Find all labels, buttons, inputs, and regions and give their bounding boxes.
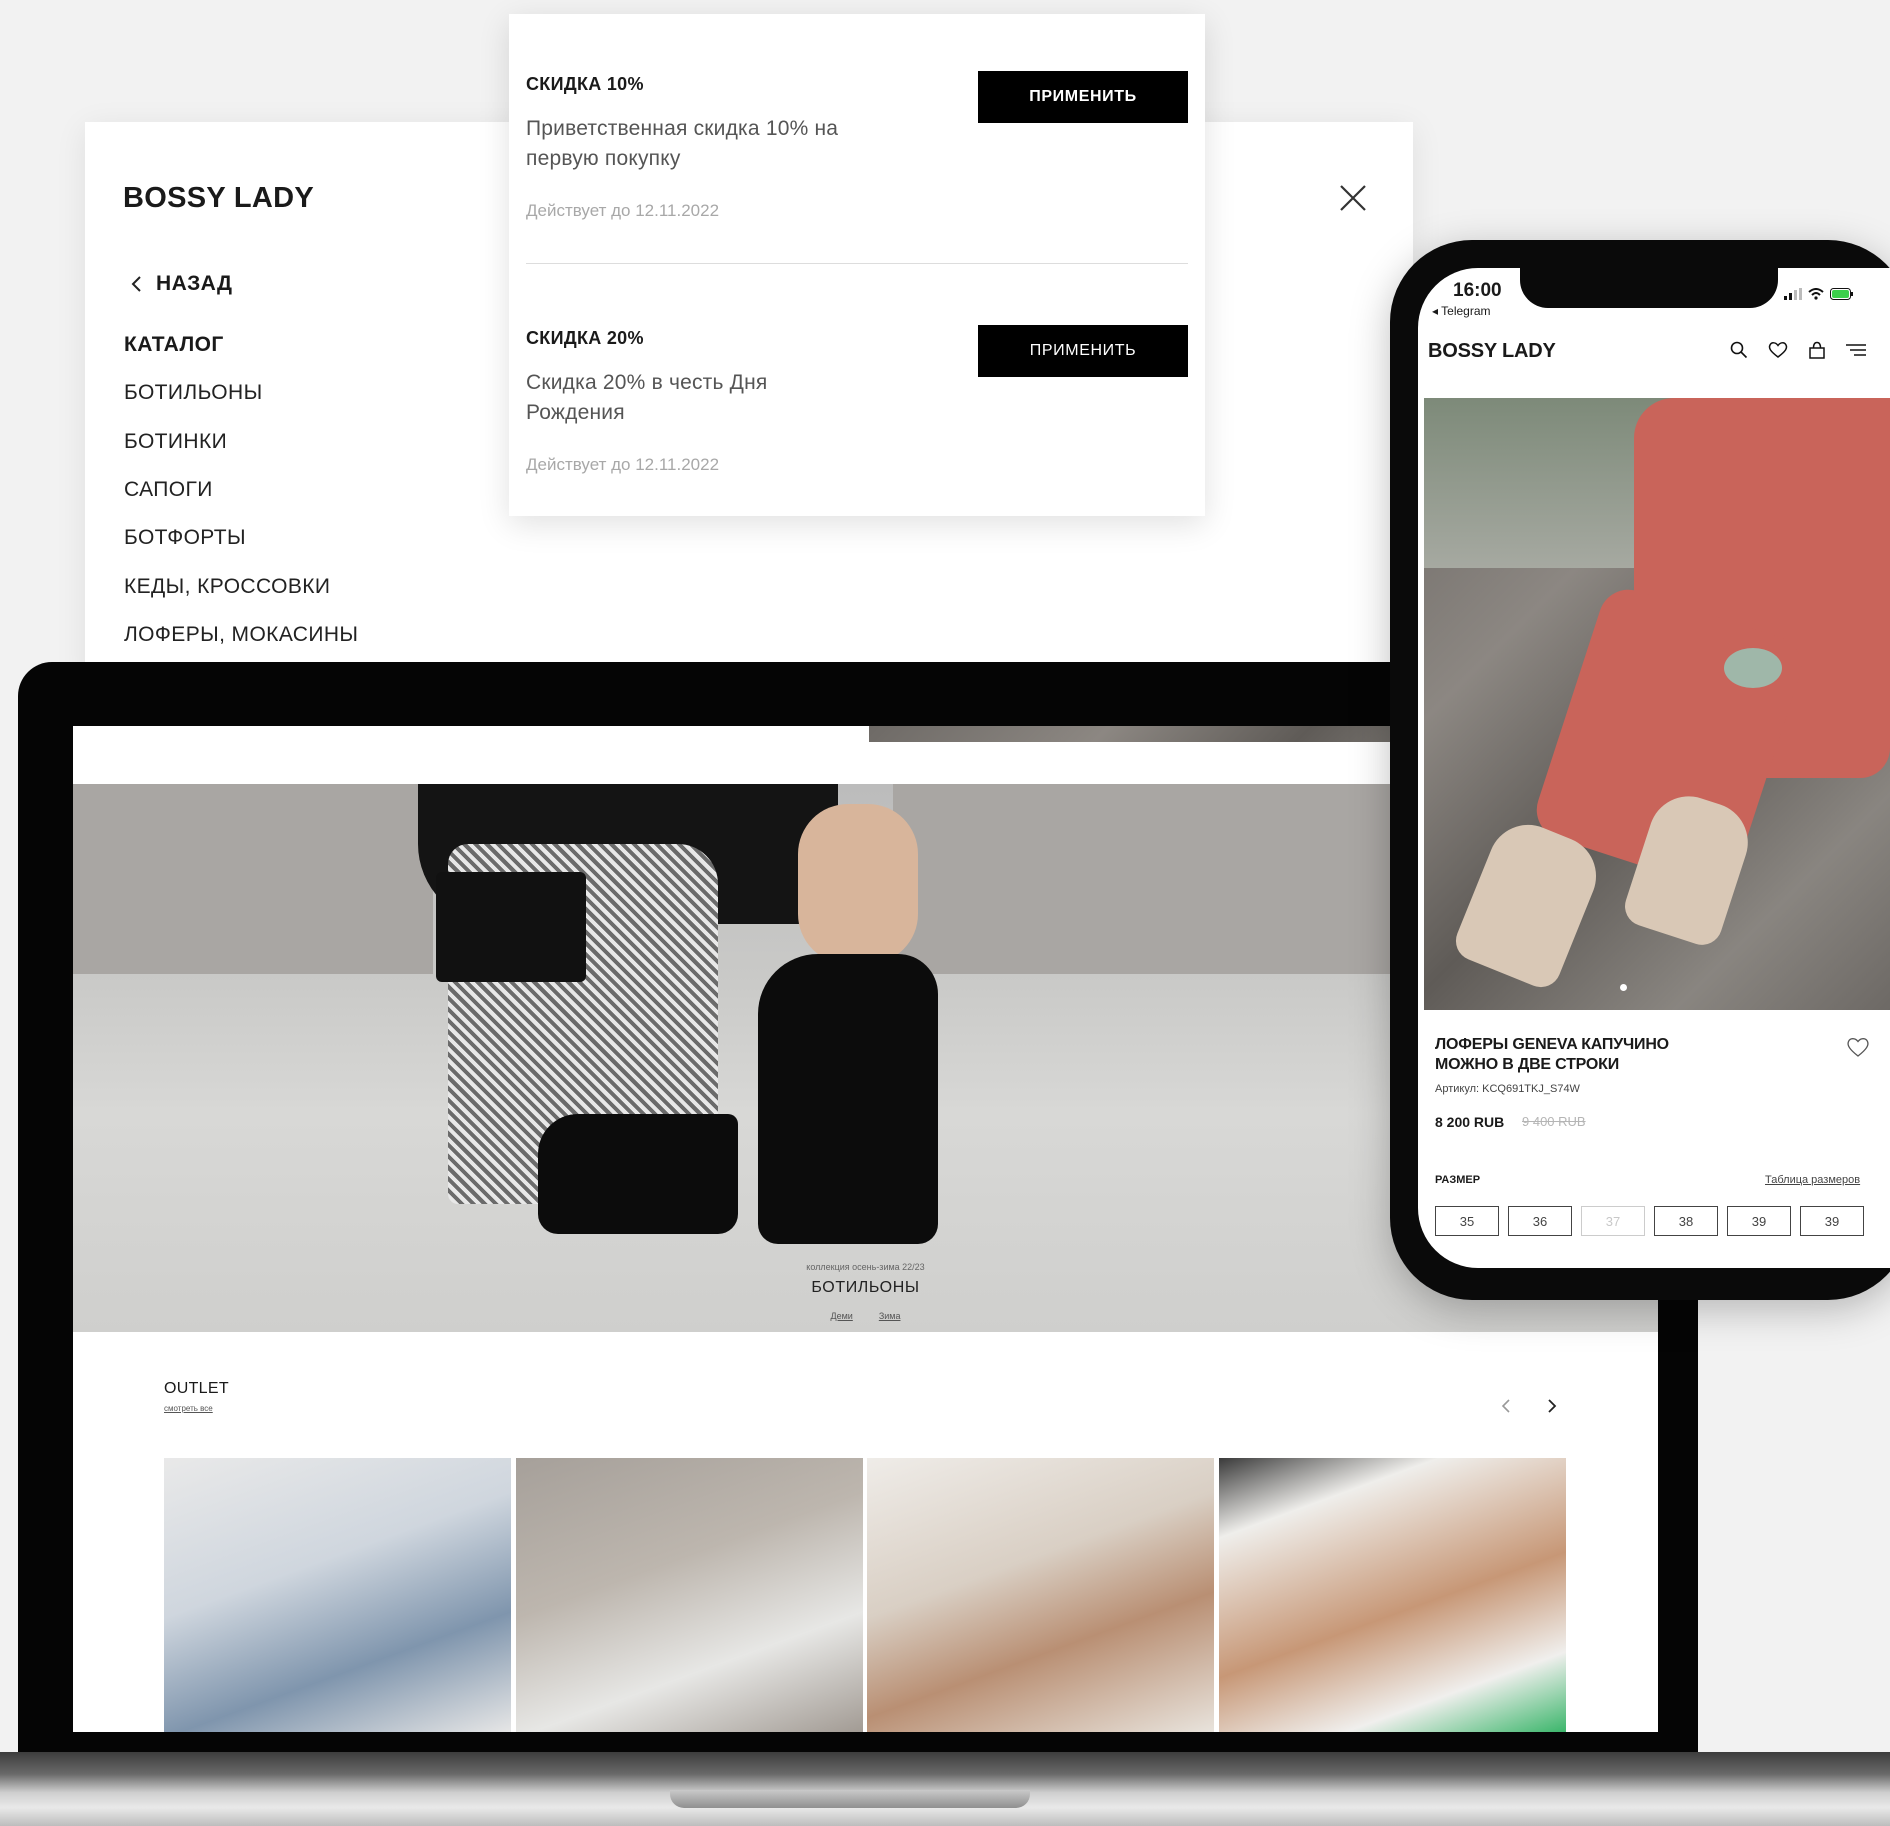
menu-item-botinki[interactable]: БОТИНКИ: [124, 430, 227, 454]
signal-icon: [1784, 288, 1802, 300]
promo-title: СКИДКА 10%: [526, 74, 644, 94]
hero-sofa-left: [73, 784, 433, 974]
promo-description-line2: первую покупку: [526, 147, 681, 170]
outlet-product-image[interactable]: [164, 1458, 511, 1732]
size-label: РАЗМЕР: [1435, 1174, 1481, 1186]
apply-promo-button[interactable]: ПРИМЕНИТЬ: [978, 325, 1188, 377]
heart-icon[interactable]: [1768, 341, 1788, 359]
outlet-see-all-link[interactable]: смотреть все: [164, 1404, 213, 1413]
carousel-prev-button[interactable]: [1501, 1398, 1511, 1414]
laptop-notch: [670, 1790, 1030, 1808]
outlet-product-image[interactable]: [516, 1458, 863, 1732]
outlet-title: OUTLET: [164, 1380, 229, 1397]
status-back-app[interactable]: ◂ Telegram: [1432, 304, 1491, 318]
search-icon[interactable]: [1730, 341, 1748, 359]
menu-item-sapogi[interactable]: САПОГИ: [124, 478, 213, 502]
back-label: НАЗАД: [156, 272, 233, 295]
size-option[interactable]: 39: [1727, 1206, 1791, 1236]
menu-brand-logo[interactable]: BOSSY LADY: [123, 182, 314, 215]
promo-description-line2: Рождения: [526, 401, 625, 424]
size-option[interactable]: 39: [1800, 1206, 1864, 1236]
size-option[interactable]: 36: [1508, 1206, 1572, 1236]
product-sku: Артикул: KCQ691TKJ_S74W: [1435, 1083, 1580, 1095]
size-option-unavailable: 37: [1581, 1206, 1645, 1236]
menu-item-kedy[interactable]: КЕДЫ, КРОССОВКИ: [124, 575, 330, 599]
hero-links: Деми Зима: [73, 1311, 1658, 1321]
menu-icon[interactable]: [1846, 343, 1866, 357]
outlet-product-image[interactable]: [867, 1458, 1214, 1732]
product-image[interactable]: [1424, 398, 1890, 1010]
outlet-product-image[interactable]: [1219, 1458, 1566, 1732]
hero-figure: [418, 784, 958, 1244]
product-old-price: 9 400 RUB: [1522, 1114, 1586, 1129]
close-icon: [1337, 182, 1369, 214]
promo-card: СКИДКА 10% Приветственная скидка 10% на …: [509, 14, 1205, 516]
menu-item-botforty[interactable]: БОТФОРТЫ: [124, 526, 246, 550]
close-button[interactable]: [1337, 182, 1369, 214]
promo-valid-date: Действует до 12.11.2022: [526, 201, 720, 220]
promo-2: СКИДКА 20% Скидка 20% в честь Дня Рожден…: [526, 268, 1188, 498]
hero-link-demi[interactable]: Деми: [831, 1311, 853, 1321]
wifi-icon: [1808, 288, 1824, 300]
promo-description-line1: Приветственная скидка 10% на: [526, 117, 839, 140]
promo-title: СКИДКА 20%: [526, 328, 644, 348]
laptop-base: [0, 1752, 1890, 1826]
chevron-left-icon: [130, 275, 142, 293]
status-time: 16:00: [1453, 280, 1502, 301]
promo-valid-date: Действует до 12.11.2022: [526, 455, 720, 474]
heart-icon: [1846, 1036, 1870, 1058]
menu-item-lofery[interactable]: ЛОФЕРЫ, МОКАСИНЫ: [124, 623, 358, 647]
phone-brand-logo[interactable]: BOSSY LADY: [1428, 340, 1556, 363]
menu-section-title: КАТАЛОГ: [124, 333, 224, 356]
favorite-button[interactable]: [1846, 1036, 1870, 1058]
product-title-line2: МОЖНО В ДВЕ СТРОКИ: [1435, 1056, 1620, 1073]
size-option[interactable]: 38: [1654, 1206, 1718, 1236]
phone-notch: [1520, 268, 1778, 308]
product-title-line1: ЛОФЕРЫ GENEVA КАПУЧИНО: [1435, 1036, 1669, 1053]
carousel-next-button[interactable]: [1547, 1398, 1557, 1414]
size-selector: 35 36 37 38 39 39: [1435, 1206, 1887, 1236]
size-table-link[interactable]: Таблица размеров: [1765, 1174, 1860, 1186]
status-icons: [1784, 288, 1854, 300]
apply-promo-button[interactable]: ПРИМЕНИТЬ: [978, 71, 1188, 123]
phone-header-icons: [1730, 341, 1866, 359]
product-price: 8 200 RUB: [1435, 1114, 1505, 1130]
hero-link-zima[interactable]: Зима: [879, 1311, 901, 1321]
hero-sofa-right: [893, 784, 1438, 974]
phone-screen: 16:00 ◂ Telegram BOSSY LADY ЛОФЕРЫ GENEV…: [1418, 268, 1890, 1268]
size-option[interactable]: 35: [1435, 1206, 1499, 1236]
menu-item-botilony[interactable]: БОТИЛЬОНЫ: [124, 381, 263, 405]
image-pager-dot: [1620, 984, 1627, 991]
back-button[interactable]: НАЗАД: [130, 272, 232, 296]
chevron-left-icon: [1501, 1398, 1511, 1414]
promo-divider: [526, 263, 1188, 264]
bag-icon[interactable]: [1808, 341, 1826, 359]
battery-icon: [1830, 288, 1854, 300]
promo-description-line1: Скидка 20% в честь Дня: [526, 371, 768, 394]
chevron-right-icon: [1547, 1398, 1557, 1414]
promo-1: СКИДКА 10% Приветственная скидка 10% на …: [526, 14, 1188, 264]
